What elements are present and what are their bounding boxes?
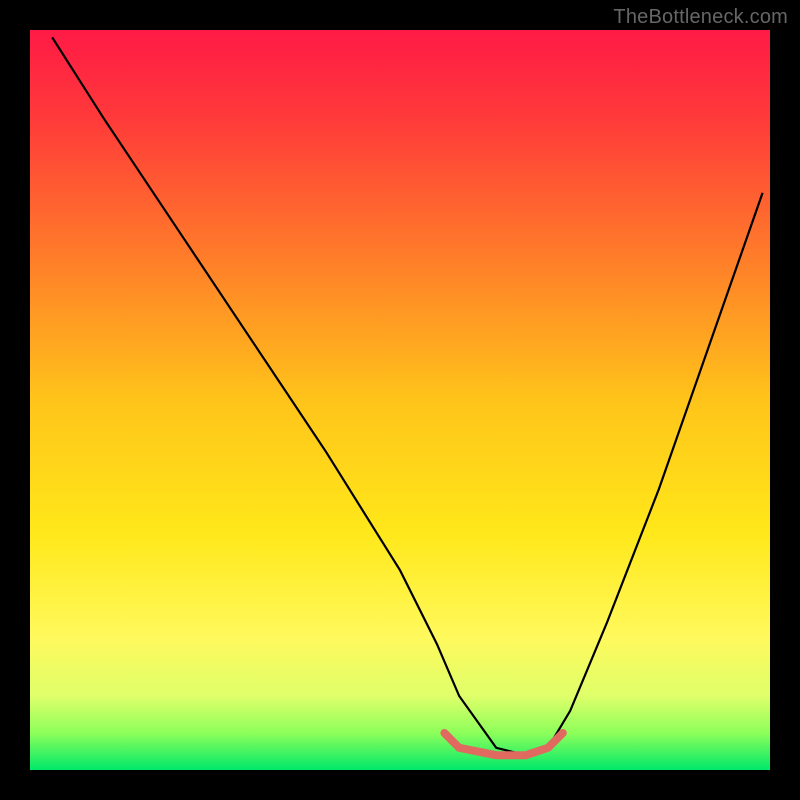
- bottleneck-chart: [0, 0, 800, 800]
- chart-container: TheBottleneck.com: [0, 0, 800, 800]
- watermark-text: TheBottleneck.com: [613, 6, 788, 29]
- plot-background: [30, 30, 770, 770]
